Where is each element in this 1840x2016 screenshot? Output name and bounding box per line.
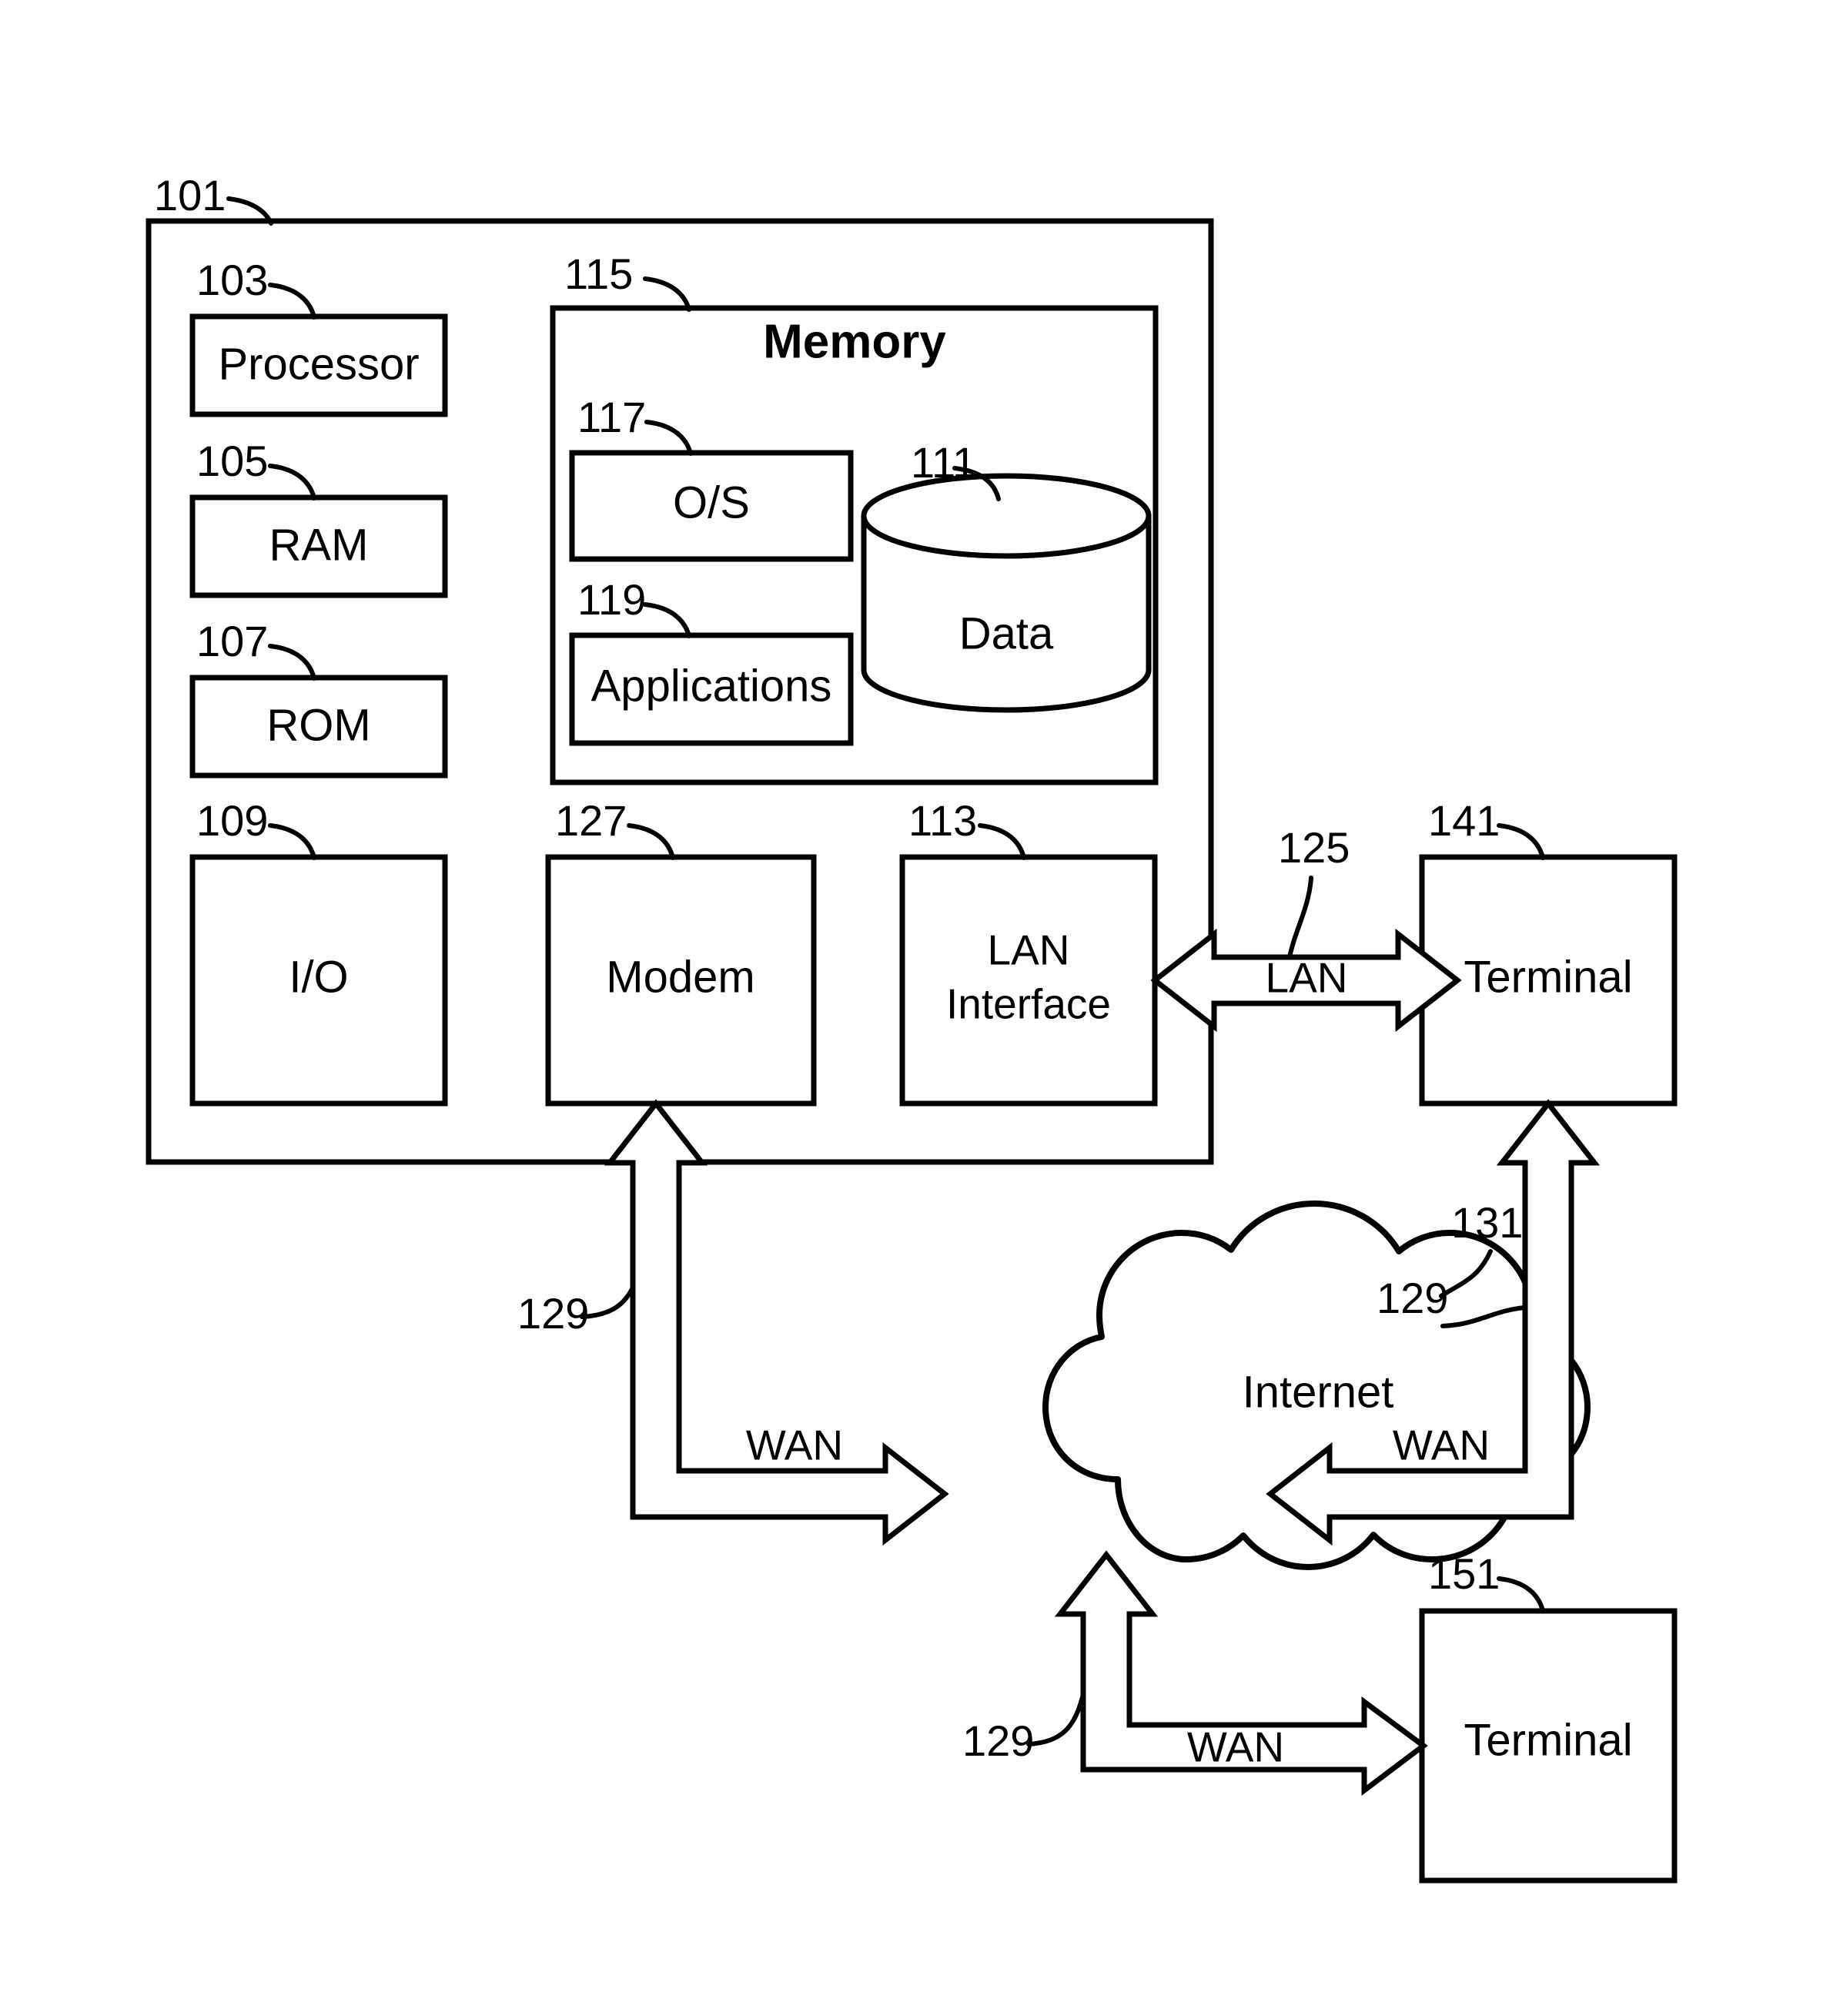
io-label: I/O (289, 952, 348, 1002)
ref-number-119: 119 (577, 575, 646, 624)
data-label: Data (959, 608, 1054, 658)
ref-number-111: 111 (911, 438, 976, 487)
leader-141 (1497, 823, 1545, 860)
leader-125 (1287, 876, 1313, 959)
ram-label: RAM (269, 520, 369, 570)
leader-151 (1497, 1576, 1545, 1613)
terminal-141-label: Terminal (1464, 952, 1632, 1002)
ref-number-113: 113 (908, 796, 977, 845)
internet-label: Internet (1243, 1367, 1394, 1417)
wan-arrow-modem-internet (604, 1099, 949, 1546)
ref-number-125: 125 (1278, 823, 1350, 872)
ref-number-109: 109 (196, 796, 268, 845)
patent-figure-canvas: 101 103 Processor 105 RAM 107 ROM 109 I/… (0, 0, 1840, 2016)
lan-interface-label-line2: Interface (946, 980, 1111, 1028)
processor-label: Processor (218, 339, 419, 389)
rom-label: ROM (266, 700, 370, 750)
ref-number-101: 101 (154, 171, 226, 219)
ref-number-151: 151 (1428, 1549, 1500, 1598)
system-block-diagram: 101 103 Processor 105 RAM 107 ROM 109 I/… (146, 171, 1678, 1884)
ref-number-105: 105 (196, 437, 268, 485)
wan-terminal141-link-label: WAN (1393, 1422, 1490, 1469)
data-cylinder-top (861, 473, 1152, 559)
ref-number-107: 107 (196, 617, 268, 665)
os-label: O/S (673, 477, 750, 527)
ref-number-131: 131 (1451, 1198, 1523, 1247)
modem-label: Modem (606, 952, 754, 1002)
ref-number-103: 103 (196, 256, 268, 304)
applications-label: Applications (591, 661, 832, 711)
leader-129-terminal151 (1026, 1692, 1086, 1746)
lan-link-label: LAN (1266, 954, 1348, 1002)
terminal-151-label: Terminal (1464, 1715, 1632, 1765)
ref-number-129-terminal151: 129 (962, 1716, 1034, 1765)
wan-modem-link-label: WAN (746, 1422, 843, 1469)
ref-number-141: 141 (1428, 796, 1500, 845)
ref-number-117: 117 (577, 393, 646, 441)
leader-129-modem (580, 1285, 635, 1319)
ref-number-129-modem: 129 (517, 1289, 589, 1338)
ref-number-129-terminal141: 129 (1377, 1274, 1448, 1322)
memory-title-label: Memory (763, 315, 946, 368)
ref-number-115: 115 (564, 249, 633, 298)
ref-number-127: 127 (555, 796, 627, 845)
wan-terminal151-link-label: WAN (1187, 1723, 1284, 1771)
lan-interface-label-line1: LAN (988, 926, 1070, 974)
